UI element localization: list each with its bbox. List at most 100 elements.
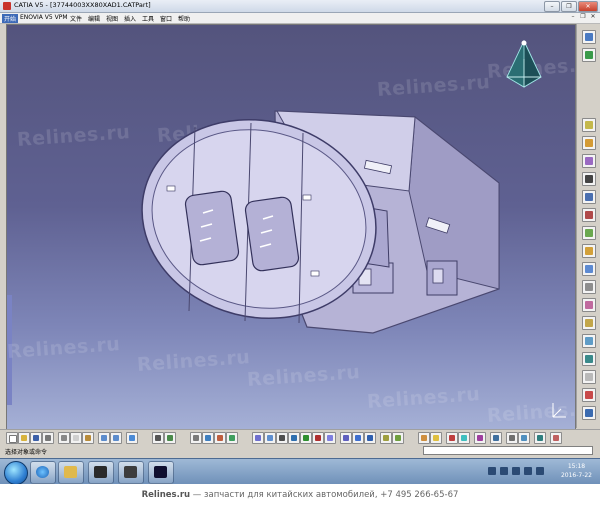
windows-taskbar: 15:18 2016-7-22	[0, 458, 600, 485]
new-icon[interactable]	[6, 432, 18, 444]
clock-date: 2016-7-22	[560, 472, 592, 479]
menu-tools[interactable]: 工具	[142, 14, 154, 23]
draft-icon[interactable]	[582, 262, 596, 276]
command-input[interactable]	[423, 446, 593, 455]
analysis-icon[interactable]	[458, 432, 470, 444]
knowledge-icon[interactable]	[164, 432, 176, 444]
graph-icon[interactable]	[214, 432, 226, 444]
tray-volume-icon[interactable]	[500, 467, 508, 475]
measure-between-icon[interactable]	[474, 432, 486, 444]
axis-triad-icon	[552, 403, 566, 418]
menu-insert[interactable]: 插入	[124, 14, 136, 23]
pan-icon[interactable]	[276, 432, 288, 444]
zoom-in-icon[interactable]	[300, 432, 312, 444]
redo-icon[interactable]	[110, 432, 122, 444]
menu-start[interactable]: 开始	[2, 14, 19, 23]
pattern-icon[interactable]	[582, 352, 596, 366]
material-icon[interactable]	[418, 432, 430, 444]
exit-workbench-icon[interactable]	[582, 48, 596, 62]
shell-icon[interactable]	[582, 280, 596, 294]
taskbar-explorer-button[interactable]	[58, 461, 84, 484]
sketch-icon[interactable]	[582, 30, 596, 44]
sectioning-icon[interactable]	[446, 432, 458, 444]
snap-icon[interactable]	[506, 432, 518, 444]
cut-icon[interactable]	[58, 432, 70, 444]
paste-icon[interactable]	[82, 432, 94, 444]
start-button[interactable]	[4, 461, 28, 485]
fly-mode-icon[interactable]	[252, 432, 264, 444]
shading-edges-icon[interactable]	[364, 432, 376, 444]
formula-icon[interactable]	[152, 432, 164, 444]
undo-icon[interactable]	[98, 432, 110, 444]
mirror-icon[interactable]	[582, 334, 596, 348]
boolean-icon[interactable]	[582, 370, 596, 384]
menu-bar: 开始 ENOVIA V5 VPM 文件 编辑 视图 插入 工具 窗口 帮助 – …	[0, 13, 600, 24]
doc-close-button[interactable]: ✕	[589, 13, 597, 20]
iso-view-icon[interactable]	[340, 432, 352, 444]
status-prompt: 选择对象或命令	[5, 449, 48, 456]
update-icon[interactable]	[226, 432, 238, 444]
restore-button[interactable]: ❐	[561, 1, 577, 12]
3d-viewport[interactable]: Relines.ru Relines.ru Relines.ru Relines…	[6, 24, 576, 430]
tray-flag-icon[interactable]	[524, 467, 532, 475]
swap-space-icon[interactable]	[392, 432, 404, 444]
open-icon[interactable]	[18, 432, 30, 444]
close-button[interactable]: ✕	[578, 1, 598, 12]
doc-minimize-button[interactable]: –	[569, 13, 577, 20]
measure-icon[interactable]	[582, 388, 596, 402]
taskbar-app-button[interactable]	[148, 461, 174, 484]
normal-view-icon[interactable]	[324, 432, 336, 444]
zoom-out-icon[interactable]	[312, 432, 324, 444]
print-icon[interactable]	[42, 432, 54, 444]
menu-view[interactable]: 视图	[106, 14, 118, 23]
catia-window: CATIA V5 - [37744003XX80XAD1.CATPart] – …	[0, 0, 600, 458]
copy-icon[interactable]	[70, 432, 82, 444]
taskbar-clock[interactable]: 15:18 2016-7-22	[561, 462, 592, 480]
tray-action-icon[interactable]	[536, 467, 544, 475]
compass-reset-icon[interactable]	[534, 432, 546, 444]
tray-language-icon[interactable]	[512, 467, 520, 475]
status-bar: 选择对象或命令	[0, 445, 600, 458]
lights-icon[interactable]	[430, 432, 442, 444]
properties-icon[interactable]	[490, 432, 502, 444]
footer-tagline: — запчасти для китайских автомобилей, +7…	[192, 490, 459, 500]
thickness-icon[interactable]	[582, 298, 596, 312]
catalog-icon[interactable]	[190, 432, 202, 444]
save-icon[interactable]	[30, 432, 42, 444]
grid-icon[interactable]	[518, 432, 530, 444]
table-icon[interactable]	[202, 432, 214, 444]
translate-icon[interactable]	[582, 316, 596, 330]
menu-help[interactable]: 帮助	[178, 14, 190, 23]
pad-icon[interactable]	[582, 118, 596, 132]
catia-app-icon	[3, 2, 11, 10]
menu-edit[interactable]: 编辑	[88, 14, 100, 23]
chamfer-icon[interactable]	[582, 244, 596, 258]
title-bar: CATIA V5 - [37744003XX80XAD1.CATPart] – …	[0, 0, 600, 13]
bottom-toolbar	[0, 429, 600, 445]
fillet-icon[interactable]	[582, 226, 596, 240]
taskbar-catia-button[interactable]	[118, 461, 144, 484]
shaft-icon[interactable]	[582, 154, 596, 168]
right-toolbar	[576, 24, 600, 428]
tray-network-icon[interactable]	[488, 467, 496, 475]
pocket-icon[interactable]	[582, 136, 596, 150]
clock-time: 15:18	[567, 463, 586, 470]
hide-show-icon[interactable]	[380, 432, 392, 444]
window-switch-3d-part[interactable]	[127, 71, 517, 341]
taskbar-media-button[interactable]	[88, 461, 114, 484]
apply-material-icon[interactable]	[582, 406, 596, 420]
rib-icon[interactable]	[582, 190, 596, 204]
minimize-button[interactable]: –	[544, 1, 560, 12]
menu-file[interactable]: 文件	[70, 14, 82, 23]
menu-enovia[interactable]: ENOVIA V5 VPM	[20, 14, 68, 21]
shading-icon[interactable]	[352, 432, 364, 444]
capture-icon[interactable]	[550, 432, 562, 444]
taskbar-ie-button[interactable]	[30, 461, 56, 484]
fit-all-icon[interactable]	[264, 432, 276, 444]
menu-window[interactable]: 窗口	[160, 14, 172, 23]
hole-icon[interactable]	[582, 172, 596, 186]
slot-icon[interactable]	[582, 208, 596, 222]
doc-restore-button[interactable]: ❐	[579, 13, 587, 20]
help-icon[interactable]	[126, 432, 138, 444]
rotate-icon[interactable]	[288, 432, 300, 444]
